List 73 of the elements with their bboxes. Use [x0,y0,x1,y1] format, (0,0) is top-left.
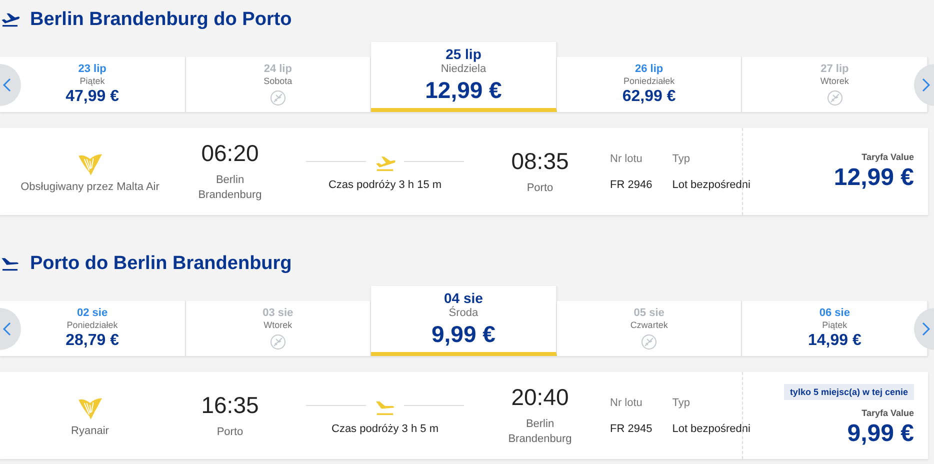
date-tab[interactable]: 24 lip Sobota [186,57,372,112]
flight-number-label: Nr lotu [610,152,644,164]
departure-time: 06:20 [201,140,259,167]
type-label: Typ [672,152,691,164]
date-tab[interactable]: 04 sie Środa 9,99 € [371,286,557,356]
arrival-time: 08:35 [511,148,569,174]
date-tab[interactable]: 27 lip Wtorek [742,57,928,112]
date-label: 06 sie [819,307,850,319]
flight-number: FR 2946 [610,178,652,190]
weekday-label: Piątek [80,76,105,86]
date-label: 04 sie [444,290,483,306]
arrival-city: Berlin Brandenburg [507,417,573,447]
price-label: 47,99 € [66,88,119,106]
flight-type: Lot bezpośredni [672,422,750,434]
weekday-label: Czwartek [630,320,668,330]
weekday-label: Sobota [264,76,292,86]
date-label: 24 lip [264,63,292,75]
flight-card[interactable]: Ryanair 16:35 Porto Czas podróży 3 h 5 m 20:40 Berlin Brandenburg Nr lotu FR 2945 Typ Lot bezpośredni tylko 5 miejsc(a) w tej cenie Taryfa Value 9,99 € [0,372,928,459]
date-tab[interactable]: 06 sie Piątek 14,99 € [742,301,928,356]
weekday-label: Piątek [822,320,848,330]
chevron-right-icon [922,78,930,92]
chevron-left-icon [3,78,11,92]
weekday-label: Wtorek [820,76,849,86]
date-label: 23 lip [78,63,106,75]
flight-card[interactable]: Obsługiwany przez Malta Air 06:20 Berlin Brandenburg Czas podróży 3 h 15 m 08:35 Porto Nr lotu FR 2946 Typ Lot bezpośredni Taryfa Value 12,99 € [0,128,928,215]
no-flight-icon [270,90,286,106]
airline-label: Ryanair [71,424,109,436]
price-label: 62,99 € [622,88,676,106]
departure-city: Porto [216,424,244,440]
seats-badge: tylko 5 miejsc(a) w tej cenie [784,384,914,400]
date-tab[interactable]: 05 sie Czwartek [556,301,742,356]
no-flight-icon [270,334,286,350]
chevron-right-icon [922,322,930,336]
arrival-city: Porto [526,180,554,196]
price-label: 14,99 € [808,332,862,350]
price-label: 12,99 € [425,77,502,104]
fare-price: 9,99 € [847,420,914,448]
flight-number: FR 2945 [610,422,652,434]
fare-label: Taryfa Value [862,408,914,418]
date-label: 05 sie [634,307,664,319]
type-label: Typ [672,396,691,408]
duration-label: Czas podróży 3 h 5 m [332,422,438,434]
weekday-label: Niedziela [440,63,486,75]
date-label: 25 lip [446,46,482,62]
fare-label: Taryfa Value [862,152,914,162]
weekday-label: Poniedziałek [624,76,675,86]
date-tab[interactable]: 02 sie Poniedziałek 28,79 € [0,301,186,356]
weekday-label: Poniedziałek [66,320,118,330]
price-label: 9,99 € [432,321,496,348]
date-tab[interactable]: 23 lip Piątek 47,99 € [0,57,186,112]
date-tab[interactable]: 26 lip Poniedziałek 62,99 € [556,57,742,112]
weekday-label: Wtorek [264,320,292,330]
flight-number-label: Nr lotu [610,396,644,408]
route-title: Berlin Brandenburg do Porto [30,9,292,31]
date-label: 03 sie [262,307,294,319]
arrival-time: 20:40 [511,384,569,411]
departure-time: 16:35 [201,392,259,418]
date-label: 02 sie [77,307,108,319]
airline-label: Obsługiwany przez Malta Air [20,180,160,192]
weekday-label: Środa [448,307,478,319]
duration-label: Czas podróży 3 h 15 m [328,178,442,190]
no-flight-icon [641,334,658,350]
date-label: 27 lip [820,63,849,75]
fare-price: 12,99 € [834,164,914,192]
chevron-left-icon [3,322,11,336]
date-tab[interactable]: 03 sie Wtorek [186,301,372,356]
route-title: Porto do Berlin Brandenburg [30,253,292,275]
no-flight-icon [826,90,843,106]
departure-city: Berlin Brandenburg [197,173,263,203]
date-label: 26 lip [635,63,664,75]
date-tab[interactable]: 25 lip Niedziela 12,99 € [371,42,557,112]
price-label: 28,79 € [66,332,119,350]
flight-type: Lot bezpośredni [672,178,750,190]
